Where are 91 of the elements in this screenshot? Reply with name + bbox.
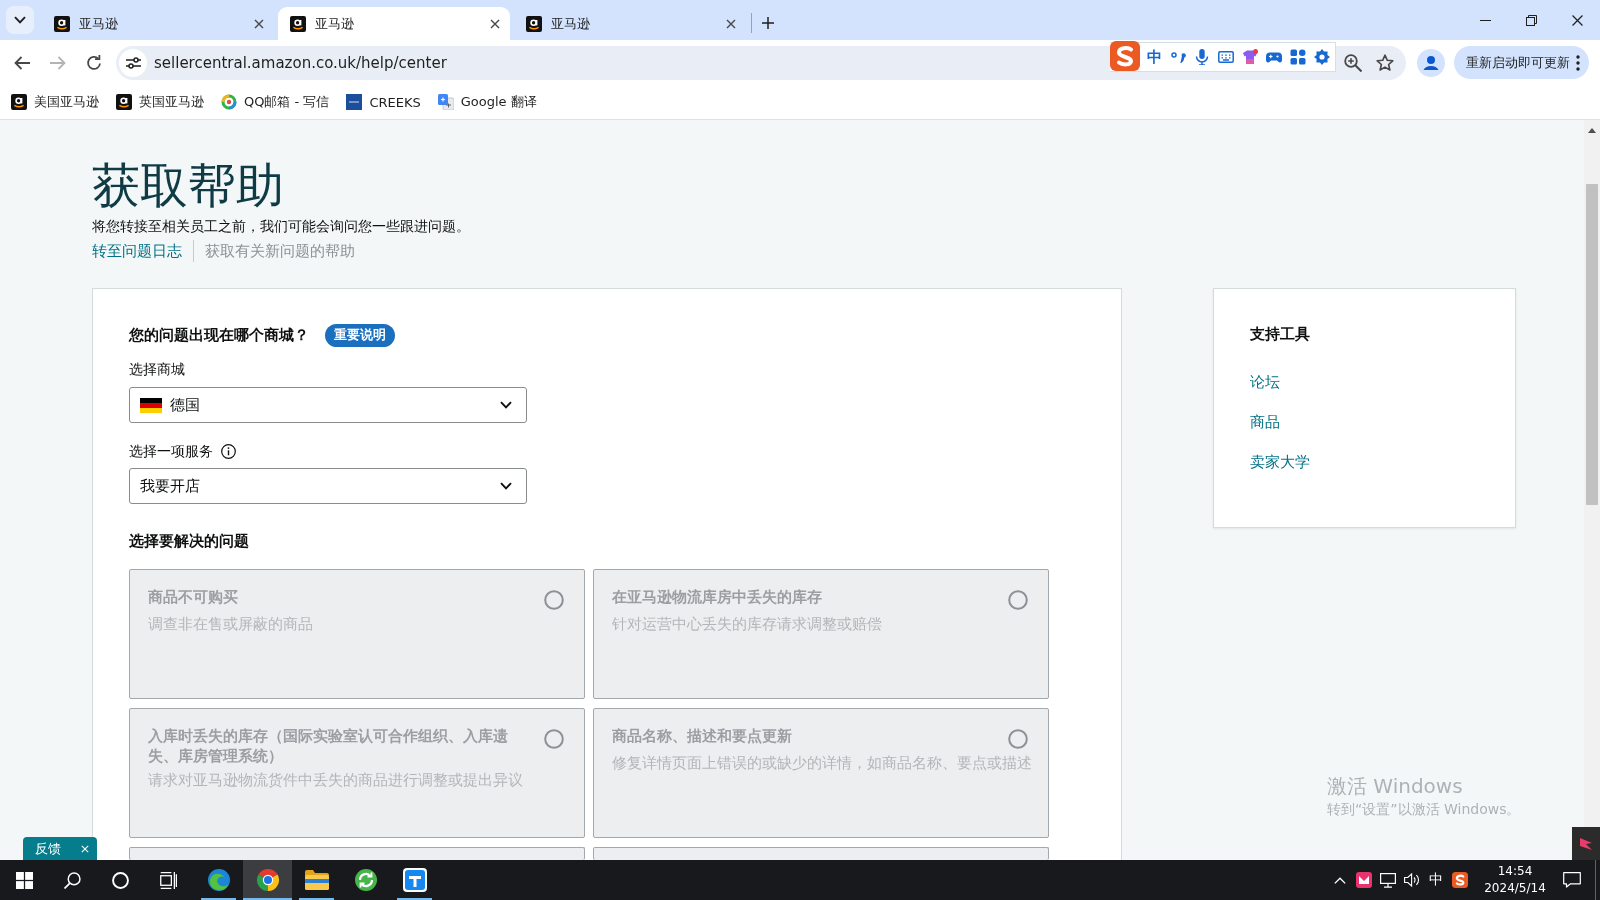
back-arrow-icon[interactable] [14, 55, 30, 70]
keyboard-icon[interactable] [1218, 49, 1234, 65]
support-tools-title: 支持工具 [1250, 324, 1310, 345]
report-flag-button[interactable] [1572, 827, 1600, 860]
close-icon[interactable] [726, 18, 736, 29]
star-outline-icon[interactable] [1376, 53, 1394, 72]
clock-time[interactable]: 14:54 [1497, 863, 1533, 880]
ring-logo-icon [221, 94, 237, 110]
input-mode-toggle[interactable]: 中 [1142, 47, 1166, 67]
tab-search-button[interactable] [6, 6, 34, 34]
favicon-icon [526, 15, 542, 32]
search-icon [63, 871, 81, 889]
page-subtitle: 将您转接至相关员工之前，我们可能会询问您一些跟进问题。 [92, 217, 470, 236]
circle-icon [111, 871, 129, 889]
network-icon[interactable] [1380, 872, 1396, 888]
shirt-icon[interactable] [1242, 49, 1258, 65]
update-button[interactable]: 重新启动即可更新 [1454, 46, 1589, 79]
info-icon[interactable] [221, 443, 236, 459]
bookmark-item[interactable]: 美国亚马逊 [7, 90, 103, 114]
scrollbar[interactable] [1584, 120, 1600, 827]
reload-icon[interactable] [86, 54, 102, 71]
flag-icon [140, 397, 162, 413]
microphone-icon[interactable] [1194, 49, 1210, 65]
circle-arrows-icon [353, 868, 378, 892]
more-options-icon [1576, 54, 1580, 71]
caret-up-icon[interactable] [1334, 876, 1346, 884]
profile-avatar-icon[interactable] [1417, 48, 1445, 77]
task-view-icon [159, 871, 177, 889]
section-heading: 选择要解决的问题 [129, 531, 249, 552]
field-label: 选择商城 [129, 360, 185, 379]
activation-title: 激活 Windows [1327, 774, 1463, 798]
issue-title: 入库时丢失的库存（国际实验室认可合作组织、入库遗失、库房管理系统） [148, 726, 509, 766]
sogou-logo-icon[interactable] [1452, 872, 1468, 888]
chevron-down-icon [14, 16, 26, 24]
close-icon[interactable] [254, 18, 264, 29]
punctuation-icon[interactable] [1170, 49, 1186, 65]
favicon-icon [54, 15, 70, 32]
folder-icon [304, 868, 329, 892]
minimize-icon [1479, 19, 1491, 21]
flag-icon [1580, 837, 1592, 850]
important-note-tag[interactable]: 重要说明 [325, 323, 395, 347]
bookmark-item[interactable]: QQ邮箱 - 写信 [217, 90, 334, 114]
activation-message: 转到“设置”以激活 Windows。 [1327, 800, 1521, 818]
favicon-icon [290, 15, 306, 32]
app-badge-icon[interactable] [1356, 872, 1372, 888]
taskbar-app-button[interactable] [243, 860, 292, 900]
close-icon[interactable] [490, 18, 500, 29]
restore-icon [1525, 14, 1537, 26]
support-link[interactable]: 卖家大学 [1250, 452, 1310, 472]
input-mode-indicator[interactable]: 中 [1424, 871, 1448, 889]
zoom-in-icon[interactable] [1344, 53, 1362, 72]
new-tab-plus-icon[interactable] [762, 17, 774, 29]
page-title: 获取帮助 [92, 157, 284, 213]
issue-title: 在亚马逊物流库房中丢失的库存 [612, 587, 823, 607]
chevron-down-icon [500, 482, 512, 490]
favicon-icon [116, 94, 132, 110]
header-link[interactable]: 转至问题日志 [92, 240, 182, 262]
marketplace-question: 您的问题出现在哪个商城？ [129, 325, 309, 345]
translate-icon [437, 94, 454, 110]
close-icon [1571, 14, 1583, 26]
volume-icon[interactable] [1404, 872, 1420, 888]
issue-title: 商品不可购买 [148, 587, 239, 607]
site-settings-button[interactable] [119, 48, 147, 77]
support-link[interactable]: 商品 [1250, 412, 1280, 432]
swirl-browser-icon [206, 868, 231, 892]
notification-icon[interactable] [1563, 872, 1581, 888]
url-text: sellercentral.amazon.co.uk/help/center [154, 53, 447, 72]
feedback-tab[interactable]: 反馈 [23, 837, 97, 860]
grid-icon[interactable] [1290, 49, 1306, 65]
ring-browser-icon [255, 868, 280, 892]
clock-date[interactable]: 2024/5/14 [1484, 880, 1546, 897]
favicon-icon [11, 94, 27, 110]
support-link[interactable]: 论坛 [1250, 372, 1280, 392]
scrollbar-thumb[interactable] [1586, 184, 1598, 505]
bookmark-item[interactable]: CREEKS [342, 91, 425, 113]
sliders-icon [125, 56, 141, 69]
issue-title: 商品名称、描述和要点更新 [612, 726, 793, 746]
browser-tab[interactable]: 亚马逊 [514, 7, 746, 40]
chevron-down-icon [500, 401, 512, 409]
windows-logo-icon [15, 871, 33, 889]
marketplace-select[interactable]: 德国 [129, 387, 527, 423]
browser-tab[interactable]: 亚马逊 [42, 7, 274, 40]
bookmark-item[interactable]: Google 翻译 [433, 90, 541, 114]
app-tile-icon [402, 868, 427, 892]
browser-tab[interactable]: 亚马逊 [278, 7, 510, 40]
service-select[interactable]: 我要开店 [129, 468, 527, 504]
field-label: 选择一项服务 [129, 442, 213, 461]
bookmark-item[interactable]: 英国亚马逊 [112, 90, 208, 114]
gear-icon[interactable] [1314, 49, 1330, 65]
scroll-up-icon[interactable] [1588, 128, 1596, 133]
square-logo-icon [346, 94, 363, 110]
